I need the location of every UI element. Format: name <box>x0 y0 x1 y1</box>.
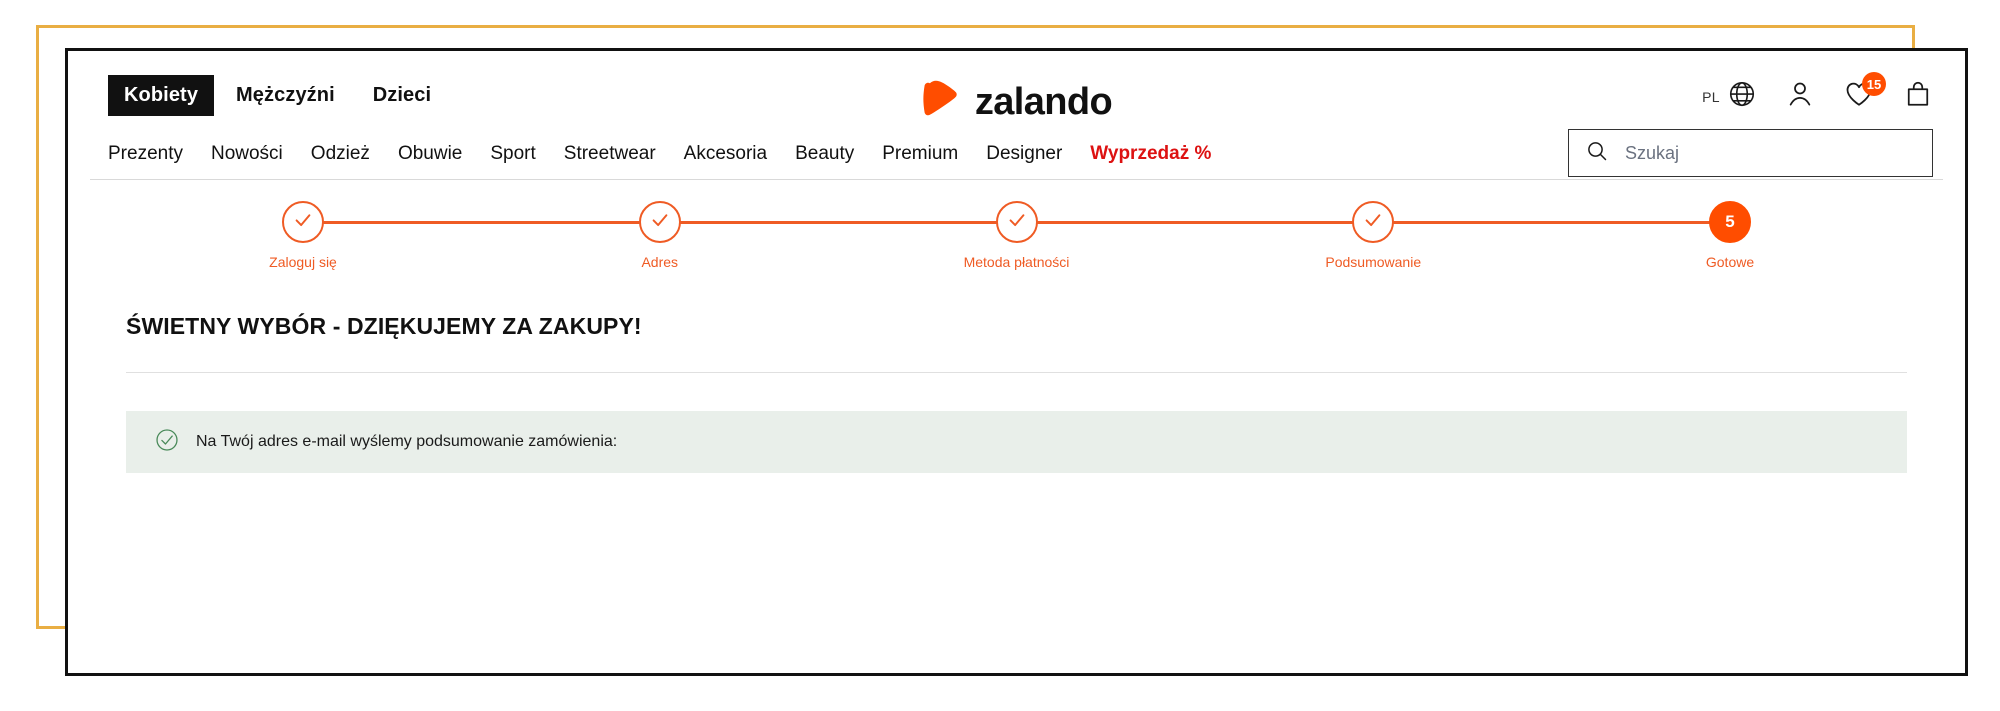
wishlist-count-badge: 15 <box>1862 72 1886 96</box>
nav-item-label: Designer <box>986 143 1063 164</box>
nav-item-nowosci[interactable]: Nowości <box>197 139 297 169</box>
search-icon <box>1585 139 1609 168</box>
nav-item-label: Obuwie <box>397 143 463 164</box>
nav-item-label: Akcesoria <box>683 143 768 164</box>
zalando-wordmark: zalando <box>974 80 1113 123</box>
nav-item-sport[interactable]: Sport <box>476 139 549 169</box>
checkout-stepper: Zaloguj się Adres Metoda płatności Podsu… <box>218 201 1815 291</box>
check-icon <box>1362 209 1384 236</box>
cart-button[interactable] <box>1903 79 1933 114</box>
nav-item-akcesoria[interactable]: Akcesoria <box>670 139 781 169</box>
check-icon <box>292 209 314 236</box>
gender-tab-label: Kobiety <box>124 84 199 106</box>
zalando-play-mark-icon <box>921 79 965 124</box>
nav-item-label: Nowości <box>210 143 283 164</box>
step-number: 5 <box>1725 212 1735 231</box>
nav-item-designer[interactable]: Designer <box>972 139 1076 169</box>
search-input[interactable] <box>1623 141 1916 165</box>
step-bubble <box>995 201 1038 243</box>
header-icon-group: PL 15 <box>1702 72 1933 114</box>
nav-item-prezenty[interactable]: Prezenty <box>94 139 197 169</box>
step-metoda-platnosci[interactable]: Metoda płatności <box>932 201 1102 270</box>
person-icon <box>1785 79 1815 114</box>
nav-item-label: Beauty <box>795 143 855 164</box>
nav-item-beauty[interactable]: Beauty <box>781 139 868 169</box>
nav-item-odziez[interactable]: Odzież <box>297 139 384 169</box>
browser-content-frame: Kobiety Mężczyźni Dzieci zalando PL 15 P… <box>65 48 1968 676</box>
step-label: Gotowe <box>1705 254 1755 270</box>
nav-item-streetwear[interactable]: Streetwear <box>550 139 670 169</box>
step-label: Zaloguj się <box>269 254 337 270</box>
gender-tab-label: Mężczyźni <box>236 84 335 106</box>
zalando-page: Kobiety Mężczyźni Dzieci zalando PL 15 P… <box>68 51 1965 673</box>
notice-text: Na Twój adres e-mail wyślemy podsumowani… <box>196 433 618 450</box>
nav-item-wyprzedaz[interactable]: Wyprzedaż % <box>1076 139 1225 169</box>
header-divider <box>90 179 1943 180</box>
circle-check-icon <box>154 427 180 458</box>
gender-tab-kobiety[interactable]: Kobiety <box>108 75 215 116</box>
step-adres[interactable]: Adres <box>575 201 745 270</box>
check-icon <box>649 209 671 236</box>
nav-item-label: Premium <box>882 143 959 164</box>
account-button[interactable] <box>1785 79 1815 114</box>
gender-tab-label: Dzieci <box>372 84 432 106</box>
globe-icon <box>1727 79 1757 114</box>
nav-item-label: Odzież <box>310 143 370 164</box>
language-selector[interactable]: PL <box>1702 79 1757 114</box>
step-label: Metoda płatności <box>963 254 1070 270</box>
content-divider <box>126 372 1907 373</box>
zalando-logo[interactable]: zalando <box>921 79 1113 124</box>
order-confirmation-notice: Na Twój adres e-mail wyślemy podsumowani… <box>126 411 1907 473</box>
step-label: Podsumowanie <box>1325 254 1422 270</box>
nav-item-obuwie[interactable]: Obuwie <box>384 139 476 169</box>
step-label: Adres <box>641 254 679 270</box>
step-bubble: 5 <box>1709 201 1751 243</box>
gender-tab-mezczyzni[interactable]: Mężczyźni <box>220 75 351 116</box>
nav-item-label: Sport <box>490 143 536 164</box>
language-code-label: PL <box>1702 88 1720 105</box>
step-podsumowanie[interactable]: Podsumowanie <box>1288 201 1458 270</box>
step-bubble <box>638 201 681 243</box>
page-title: ŚWIETNY WYBÓR - DZIĘKUJEMY ZA ZAKUPY! <box>126 313 642 339</box>
check-icon <box>1006 209 1028 236</box>
search-box[interactable] <box>1568 129 1933 177</box>
step-gotowe[interactable]: 5 Gotowe <box>1645 201 1815 270</box>
category-list: Prezenty Nowości Odzież Obuwie Sport Str… <box>94 139 1225 169</box>
step-bubble <box>282 201 324 243</box>
gender-tab-group: Kobiety Mężczyźni Dzieci <box>108 75 447 116</box>
nav-item-label: Prezenty <box>108 143 183 164</box>
main-content: ŚWIETNY WYBÓR - DZIĘKUJEMY ZA ZAKUPY! Na… <box>126 313 1907 473</box>
step-zaloguj-sie[interactable]: Zaloguj się <box>218 201 388 270</box>
stepper-track: Zaloguj się Adres Metoda płatności Podsu… <box>218 201 1815 291</box>
nav-item-premium[interactable]: Premium <box>868 139 972 169</box>
shopping-bag-icon <box>1903 79 1933 114</box>
nav-item-label: Streetwear <box>563 143 656 164</box>
wishlist-button[interactable]: 15 <box>1843 72 1886 114</box>
gender-tab-dzieci[interactable]: Dzieci <box>357 75 447 116</box>
step-bubble <box>1352 201 1395 243</box>
nav-item-label: Wyprzedaż % <box>1090 143 1212 164</box>
site-header: Kobiety Mężczyźni Dzieci zalando PL 15 <box>68 65 1965 125</box>
category-nav: Prezenty Nowości Odzież Obuwie Sport Str… <box>68 129 1965 179</box>
